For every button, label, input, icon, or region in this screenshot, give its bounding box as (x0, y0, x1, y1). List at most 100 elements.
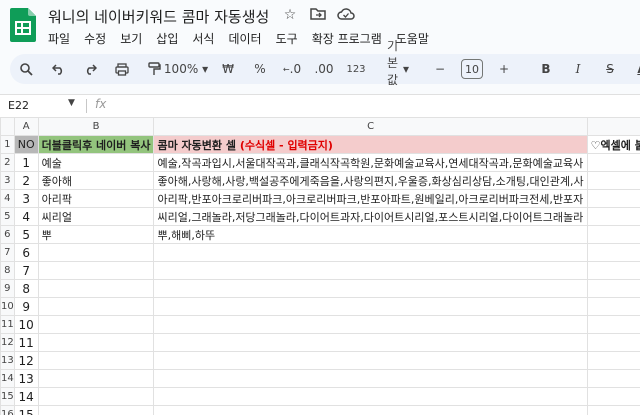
column-header-c[interactable]: C (153, 117, 588, 136)
cell-keyword[interactable] (37, 369, 155, 388)
select-all-corner[interactable] (0, 117, 15, 136)
cell-no[interactable]: 7 (13, 261, 39, 280)
cell-d[interactable] (586, 261, 640, 280)
cell-keyword[interactable] (37, 243, 155, 262)
font-size-input[interactable]: 10 (458, 57, 486, 81)
caret-down-icon[interactable]: ▼ (68, 98, 75, 108)
cell-no[interactable]: 9 (13, 297, 39, 316)
cell-keyword[interactable]: 예술 (37, 153, 155, 172)
cell-a1[interactable]: NO (13, 135, 39, 154)
sheets-logo-icon[interactable] (10, 8, 36, 42)
row-header[interactable]: 6 (0, 225, 15, 244)
cell-no[interactable]: 3 (13, 189, 39, 208)
cell-keyword[interactable] (37, 351, 155, 370)
cell-d1[interactable]: ♡엑셀에 붙여넣으실땐, 값만 붙여넣기 해주세요♡ (586, 135, 640, 154)
cell-keyword[interactable]: 씨리얼 (37, 207, 155, 226)
cell-no[interactable]: 4 (13, 207, 39, 226)
document-title[interactable]: 워니의 네이버키워드 콤마 자동생성 (48, 6, 269, 27)
column-header-d[interactable]: D (586, 117, 640, 136)
star-icon[interactable]: ☆ (281, 7, 299, 24)
menu-view[interactable]: 보기 (120, 30, 149, 47)
row-header[interactable]: 16 (0, 405, 15, 415)
percent-format-button[interactable]: % (246, 57, 274, 81)
menu-edit[interactable]: 수정 (84, 30, 113, 47)
cell-no[interactable]: 12 (13, 351, 39, 370)
row-header[interactable]: 1 (0, 135, 15, 154)
cell-d[interactable] (586, 297, 640, 316)
row-header[interactable]: 9 (0, 279, 15, 298)
cell-result[interactable] (153, 405, 588, 415)
cell-no[interactable]: 10 (13, 315, 39, 334)
cell-c1[interactable]: 콤마 자동변환 셀 (수식셀 - 입력금지) (153, 135, 588, 154)
cell-d[interactable] (586, 153, 640, 172)
cell-result[interactable] (153, 261, 588, 280)
cell-b1[interactable]: 더블클릭후 네이버 복사 (37, 135, 155, 154)
cell-no[interactable]: 11 (13, 333, 39, 352)
cell-d[interactable] (586, 171, 640, 190)
cell-keyword[interactable]: 아리팍 (37, 189, 155, 208)
cell-result[interactable] (153, 279, 588, 298)
column-header-a[interactable]: A (13, 117, 39, 136)
cell-result[interactable] (153, 315, 588, 334)
cell-d[interactable] (586, 243, 640, 262)
row-header[interactable]: 14 (0, 369, 15, 388)
cell-no[interactable]: 5 (13, 225, 39, 244)
menu-tools[interactable]: 도구 (276, 30, 305, 47)
cell-keyword[interactable] (37, 405, 155, 415)
cell-d[interactable] (586, 369, 640, 388)
cell-d[interactable] (586, 315, 640, 334)
cell-result[interactable] (153, 369, 588, 388)
row-header[interactable]: 2 (0, 153, 15, 172)
row-header[interactable]: 5 (0, 207, 15, 226)
cell-result[interactable] (153, 351, 588, 370)
cell-keyword[interactable] (37, 315, 155, 334)
italic-button[interactable]: I (564, 57, 592, 81)
cell-no[interactable]: 6 (13, 243, 39, 262)
cell-no[interactable]: 8 (13, 279, 39, 298)
number-format-button[interactable]: 123 (342, 57, 370, 81)
menu-insert[interactable]: 삽입 (156, 30, 185, 47)
cell-d[interactable] (586, 405, 640, 415)
row-header[interactable]: 8 (0, 261, 15, 280)
decrease-font-size-button[interactable]: − (426, 57, 454, 81)
row-header[interactable]: 7 (0, 243, 15, 262)
cell-result[interactable]: 뿌,해삐,하뚜 (153, 225, 588, 244)
menu-help[interactable]: 도움말 (396, 30, 436, 47)
font-select[interactable]: 기본값 ... ▾ (384, 39, 412, 102)
cell-result[interactable]: 씨리얼,그래놀라,저당그래놀라,다이어트과자,다이어트시리얼,포스트시리얼,다이… (153, 207, 588, 226)
row-header[interactable]: 15 (0, 387, 15, 406)
cell-result[interactable] (153, 243, 588, 262)
cell-d[interactable] (586, 279, 640, 298)
currency-format-button[interactable]: ₩ (214, 57, 242, 81)
menu-file[interactable]: 파일 (48, 30, 77, 47)
cell-no[interactable]: 13 (13, 369, 39, 388)
bold-button[interactable]: B (532, 57, 560, 81)
cell-keyword[interactable]: 좋아해 (37, 171, 155, 190)
cell-no[interactable]: 14 (13, 387, 39, 406)
strikethrough-button[interactable]: S (596, 57, 624, 81)
row-header[interactable]: 10 (0, 297, 15, 316)
menu-format[interactable]: 서식 (192, 30, 221, 47)
cell-keyword[interactable] (37, 333, 155, 352)
decrease-decimal-button[interactable]: ← .0 (278, 57, 306, 81)
cell-d[interactable] (586, 207, 640, 226)
cell-result[interactable]: 예술,작곡과입시,서울대작곡과,클래식작곡학원,문화예술교육사,연세대작곡과,문… (153, 153, 588, 172)
cloud-status-icon[interactable] (337, 7, 355, 24)
cell-keyword[interactable] (37, 279, 155, 298)
menu-extensions[interactable]: 확장 프로그램 (312, 30, 389, 47)
cell-no[interactable]: 2 (13, 171, 39, 190)
cell-d[interactable] (586, 387, 640, 406)
undo-icon[interactable] (44, 57, 72, 81)
row-header[interactable]: 3 (0, 171, 15, 190)
cell-d[interactable] (586, 351, 640, 370)
cell-keyword[interactable] (37, 297, 155, 316)
row-header[interactable]: 4 (0, 189, 15, 208)
increase-font-size-button[interactable]: + (490, 57, 518, 81)
cell-d[interactable] (586, 189, 640, 208)
row-header[interactable]: 12 (0, 333, 15, 352)
zoom-select[interactable]: 100% ▾ (164, 57, 208, 81)
cell-result[interactable]: 아리팍,반포아크로리버파크,아크로리버파크,반포아파트,원베일리,아크로리버파크… (153, 189, 588, 208)
row-header[interactable]: 11 (0, 315, 15, 334)
move-folder-icon[interactable] (309, 7, 327, 24)
increase-decimal-button[interactable]: .00 (310, 57, 338, 81)
